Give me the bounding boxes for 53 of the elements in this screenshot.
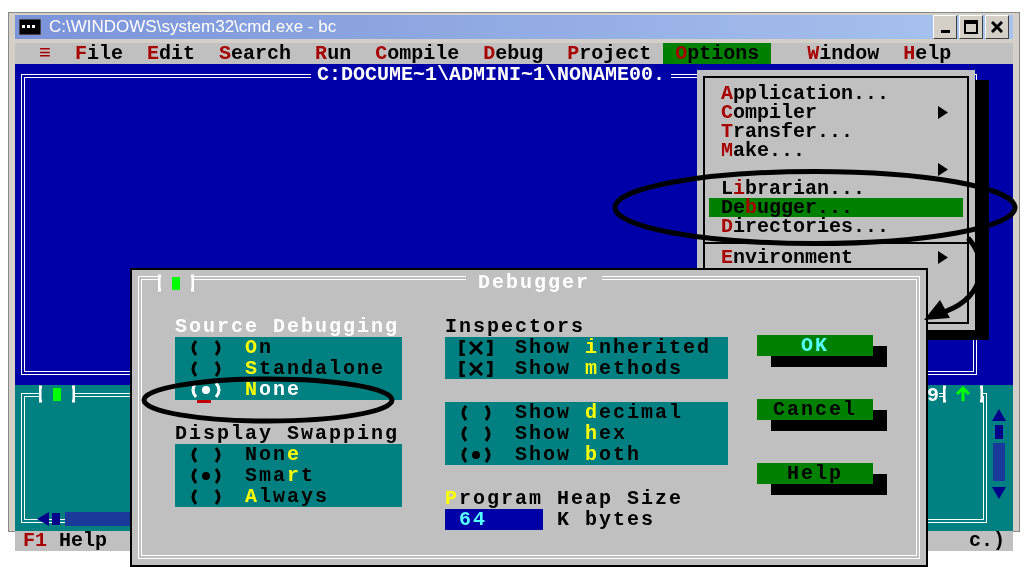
help-hint: F1 Help [23, 531, 108, 551]
vertical-scrollbar[interactable] [991, 409, 1007, 499]
menu-item[interactable]: Directories... [709, 217, 963, 236]
group-label: Source Debugging [175, 316, 401, 337]
menu-item[interactable]: Run [303, 43, 364, 64]
close-box-icon[interactable] [39, 385, 75, 403]
menu-item[interactable]: Search [207, 43, 304, 64]
option-label[interactable]: None [245, 444, 302, 465]
menu-item[interactable]: Help [891, 43, 964, 64]
menu-item[interactable]: Compiler [709, 103, 963, 122]
dialog-title: Debugger [466, 272, 602, 293]
close-button[interactable] [985, 15, 1009, 39]
option-label[interactable]: Standalone [245, 358, 386, 379]
menu-item[interactable]: Transfer... [709, 122, 963, 141]
option-label[interactable]: Show both [515, 444, 642, 465]
checkbox[interactable] [458, 339, 494, 356]
menu-item[interactable]: Debug [471, 43, 556, 64]
group-label: Inspectors [445, 316, 587, 337]
maximize-button[interactable] [959, 15, 983, 39]
system-menu[interactable]: ≡ [27, 43, 63, 64]
option-label[interactable]: Smart [245, 465, 316, 486]
option-label[interactable]: Show inherited [515, 337, 712, 358]
menu-item[interactable]: Project [555, 43, 664, 64]
field-label: Program Heap Size [445, 488, 685, 509]
option-label[interactable]: Show decimal [515, 402, 684, 423]
menu-item[interactable]: Edit [135, 43, 208, 64]
close-icon [991, 21, 1003, 33]
status-text: c.) [969, 531, 1005, 551]
group-label: Display Swapping [175, 423, 401, 444]
text-cursor [197, 400, 211, 403]
window-title: C:\WINDOWS\system32\cmd.exe - bc [49, 17, 338, 37]
option-label[interactable]: Always [245, 486, 330, 507]
menu-item[interactable]: Environment [709, 248, 963, 267]
menu-item[interactable]: Window [795, 43, 892, 64]
menu-item[interactable]: File [63, 43, 136, 64]
checkbox[interactable] [458, 360, 494, 377]
option-label[interactable]: Show hex [515, 423, 628, 444]
menu-item[interactable]: Compile [363, 43, 472, 64]
zoom-box-icon[interactable] [943, 385, 983, 403]
menu-item[interactable]: Options [663, 43, 772, 64]
menu-item[interactable]: Make... [709, 141, 963, 160]
minimize-icon [940, 29, 950, 33]
minimize-button[interactable] [933, 15, 957, 39]
menu-item[interactable]: Librarian... [709, 179, 963, 198]
unit-label: K bytes [557, 509, 655, 530]
option-label[interactable]: None [245, 379, 302, 400]
heap-size-field[interactable]: 64 [445, 509, 543, 530]
menu-item[interactable]: Application... [709, 84, 963, 103]
option-label[interactable]: Show methods [515, 358, 684, 379]
menu-item[interactable]: Debugger... [709, 198, 963, 217]
option-label[interactable]: On [245, 337, 274, 358]
maximize-icon [964, 20, 978, 34]
console-icon [19, 19, 41, 35]
